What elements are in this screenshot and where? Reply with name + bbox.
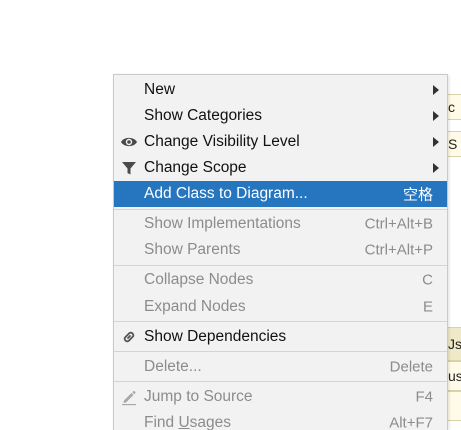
- menu-item-label: Show Categories: [144, 107, 263, 124]
- menu-item-show-parents[interactable]: Show Parents Ctrl+Alt+P: [114, 237, 447, 263]
- menu-separator: [114, 381, 447, 382]
- menu-item-shortcut: E: [422, 298, 433, 316]
- menu-item-shortcut: Ctrl+Alt+B: [364, 215, 433, 233]
- menu-item-label: Change Visibility Level: [144, 133, 300, 150]
- menu-item-add-class-to-diagram[interactable]: Add Class to Diagram... 空格: [114, 181, 447, 207]
- submenu-arrow-icon: [433, 111, 439, 121]
- menu-separator: [114, 209, 447, 210]
- menu-item-label: Show Dependencies: [144, 328, 287, 345]
- context-menu: New Show Categories Change Visibility Le…: [113, 74, 448, 430]
- menu-item-label: Show Implementations: [144, 215, 301, 232]
- menu-item-shortcut: 空格: [402, 186, 433, 204]
- pencil-icon: [120, 388, 138, 406]
- submenu-arrow-icon: [433, 85, 439, 95]
- menu-item-collapse-nodes[interactable]: Collapse Nodes C: [114, 267, 447, 293]
- menu-item-new[interactable]: New: [114, 77, 447, 103]
- menu-item-jump-to-source[interactable]: Jump to Source F4: [114, 384, 447, 410]
- menu-item-label: Find Usages: [144, 414, 232, 430]
- filter-icon: [120, 159, 138, 177]
- submenu-arrow-icon: [433, 163, 439, 173]
- mnemonic-letter: U: [178, 414, 190, 430]
- submenu-arrow-icon: [433, 137, 439, 147]
- menu-item-change-scope[interactable]: Change Scope: [114, 155, 447, 181]
- menu-item-label: New: [144, 81, 176, 98]
- menu-item-find-usages[interactable]: Find Usages Alt+F7: [114, 410, 447, 430]
- menu-item-show-implementations[interactable]: Show Implementations Ctrl+Alt+B: [114, 211, 447, 237]
- link-icon: [120, 328, 138, 346]
- menu-item-shortcut: Alt+F7: [389, 414, 433, 430]
- menu-item-delete[interactable]: Delete... Delete: [114, 354, 447, 380]
- menu-item-label: Show Parents: [144, 241, 241, 258]
- menu-separator: [114, 351, 447, 352]
- menu-item-shortcut: F4: [415, 388, 433, 406]
- menu-item-change-visibility-level[interactable]: Change Visibility Level: [114, 129, 447, 155]
- menu-item-show-categories[interactable]: Show Categories: [114, 103, 447, 129]
- menu-item-show-dependencies[interactable]: Show Dependencies: [114, 324, 447, 350]
- menu-separator: [114, 321, 447, 322]
- menu-item-label: Change Scope: [144, 159, 247, 176]
- menu-separator: [114, 265, 447, 266]
- menu-item-shortcut: C: [422, 271, 433, 289]
- menu-item-label: Add Class to Diagram...: [144, 185, 308, 202]
- menu-item-label: Expand Nodes: [144, 298, 246, 315]
- menu-item-label: Delete...: [144, 358, 202, 375]
- menu-item-expand-nodes[interactable]: Expand Nodes E: [114, 294, 447, 320]
- menu-item-shortcut: Ctrl+Alt+P: [364, 241, 433, 259]
- menu-item-shortcut: Delete: [389, 358, 433, 376]
- eye-icon: [120, 133, 138, 151]
- menu-item-label: Jump to Source: [144, 388, 253, 405]
- menu-item-label: Collapse Nodes: [144, 271, 254, 288]
